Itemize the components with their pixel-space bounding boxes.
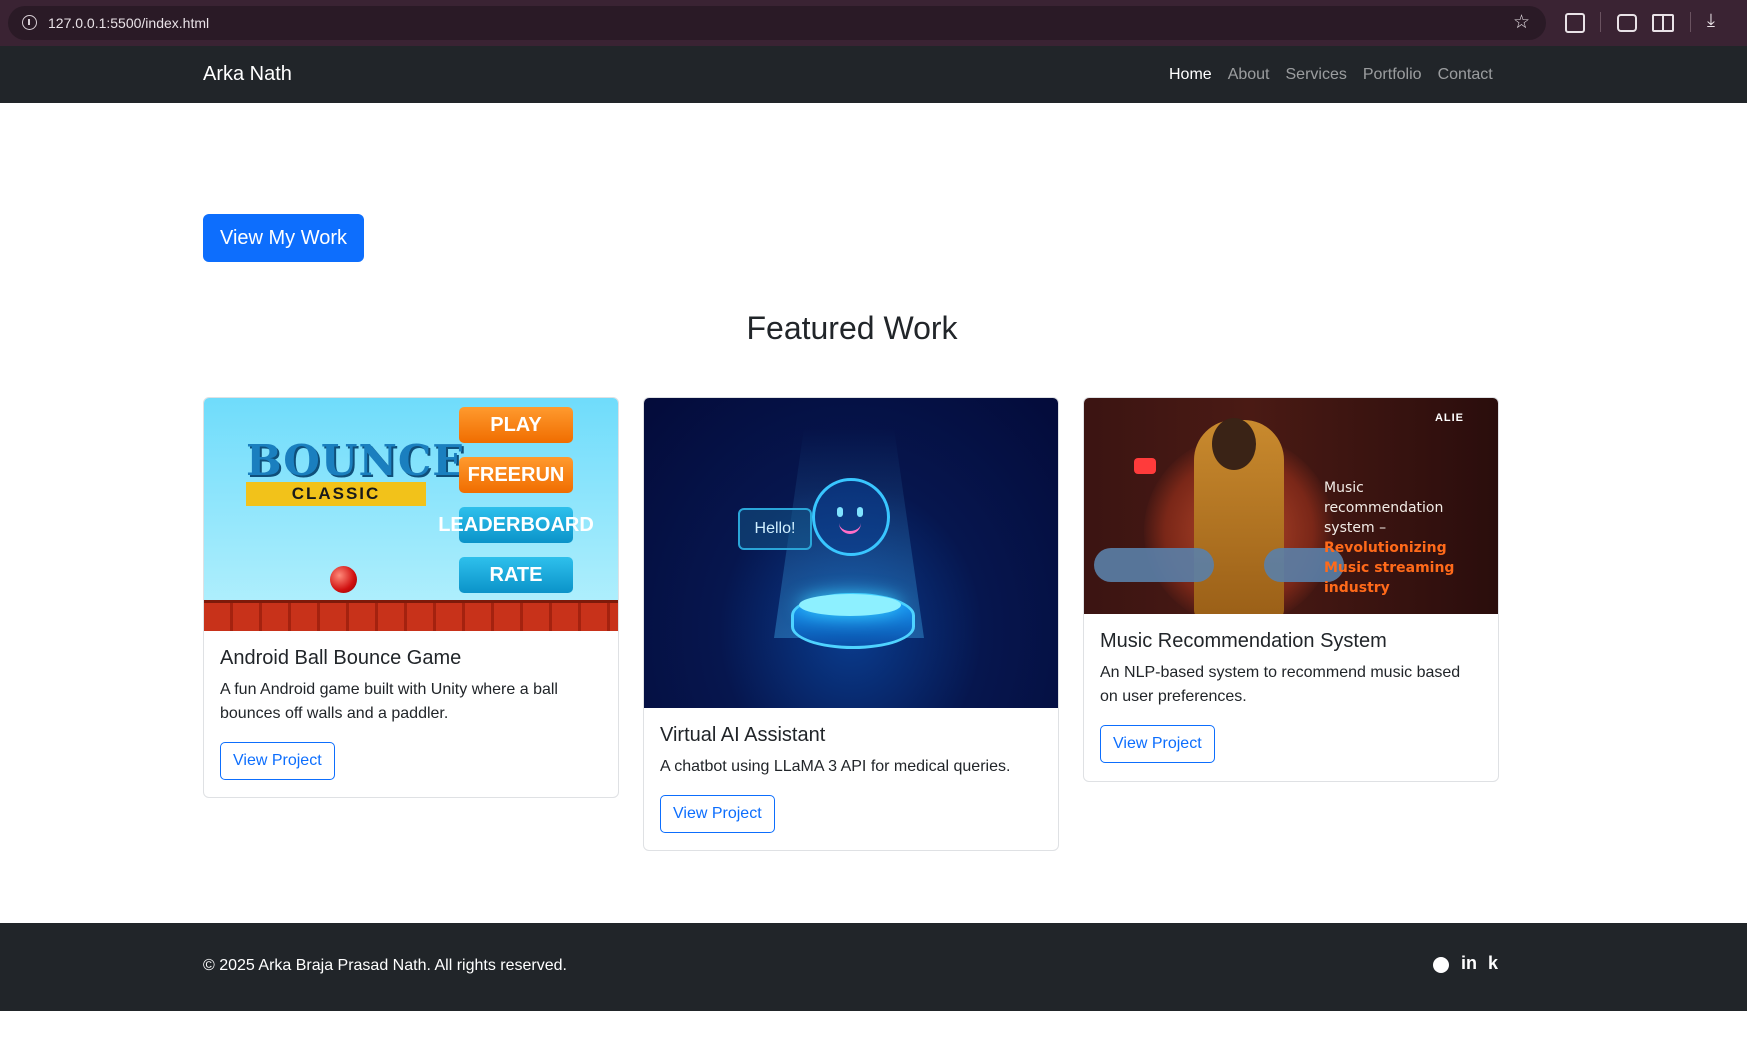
footer: © 2025 Arka Braja Prasad Nath. All right…: [0, 923, 1747, 1011]
linkedin-icon[interactable]: in: [1461, 953, 1477, 974]
nav-link-home[interactable]: Home: [1169, 66, 1212, 84]
view-project-button[interactable]: View Project: [1100, 725, 1215, 763]
caption-plain: Music recommendation system –: [1324, 480, 1444, 536]
robot-smile: [839, 521, 861, 534]
info-icon[interactable]: [22, 15, 37, 30]
brand[interactable]: Arka Nath: [203, 63, 292, 86]
robot-eye: [857, 507, 863, 517]
view-my-work-button[interactable]: View My Work: [203, 214, 364, 262]
card-title: Virtual AI Assistant: [660, 724, 826, 746]
project-card-bounce: BOUNCE CLASSIC PLAY FREERUN LEADERBOARD …: [203, 397, 619, 798]
card-title: Android Ball Bounce Game: [220, 647, 462, 669]
nav-link-portfolio[interactable]: Portfolio: [1363, 66, 1422, 84]
alie-logo: ALIE: [1434, 412, 1464, 424]
extensions-icon[interactable]: [1565, 13, 1585, 33]
browser-toolbar: 127.0.0.1:5500/index.html ☆ ⤓: [0, 0, 1747, 46]
game-freerun-button: FREERUN: [459, 457, 573, 493]
nav-links: Home About Services Portfolio Contact: [1169, 66, 1493, 84]
screenshot-icon[interactable]: [1617, 14, 1637, 32]
game-rate-button: RATE: [459, 557, 573, 593]
nav-link-contact[interactable]: Contact: [1438, 66, 1493, 84]
music-system-image: ALIE Music recommendation system – Revol…: [1084, 398, 1498, 614]
card-body: Virtual AI Assistant A chatbot using LLa…: [644, 724, 1058, 833]
star-icon[interactable]: ☆: [1513, 11, 1530, 34]
game-leaderboard-button: LEADERBOARD: [438, 507, 594, 543]
download-icon[interactable]: ⤓: [1707, 10, 1715, 31]
card-body: Music Recommendation System An NLP-based…: [1084, 630, 1498, 763]
kaggle-icon[interactable]: k: [1488, 953, 1498, 974]
music-caption: Music recommendation system – Revolution…: [1324, 478, 1484, 598]
brick-ground: [204, 600, 618, 631]
cloud: [1094, 548, 1214, 582]
copyright-text: © 2025 Arka Braja Prasad Nath. All right…: [203, 957, 567, 974]
view-project-button[interactable]: View Project: [220, 742, 335, 780]
robot-head: [812, 478, 890, 556]
card-body: Android Ball Bounce Game A fun Android g…: [204, 647, 618, 780]
navbar: Arka Nath Home About Services Portfolio …: [0, 46, 1747, 103]
view-project-button[interactable]: View Project: [660, 795, 775, 833]
hello-bubble: Hello!: [738, 508, 812, 550]
card-description: A fun Android game built with Unity wher…: [220, 681, 558, 722]
url-text[interactable]: 127.0.0.1:5500/index.html: [48, 15, 209, 31]
toolbar-divider: [1690, 12, 1691, 32]
address-bar[interactable]: 127.0.0.1:5500/index.html ☆: [8, 6, 1546, 40]
featured-work-title: Featured Work: [746, 310, 958, 346]
person-head: [1212, 418, 1256, 470]
bounce-logo: BOUNCE: [246, 436, 466, 485]
project-card-ai-assistant: Hello! Virtual AI Assistant A chatbot us…: [643, 397, 1059, 851]
card-description: An NLP-based system to recommend music b…: [1100, 664, 1461, 705]
red-ball: [330, 566, 357, 593]
reader-icon[interactable]: [1652, 14, 1674, 32]
bounce-game-image: BOUNCE CLASSIC PLAY FREERUN LEADERBOARD …: [204, 398, 618, 631]
card-title: Music Recommendation System: [1100, 630, 1387, 652]
nav-link-about[interactable]: About: [1228, 66, 1270, 84]
video-icon: [1134, 458, 1156, 474]
toolbar-divider: [1600, 12, 1601, 32]
ai-assistant-image: Hello!: [644, 398, 1058, 708]
pedestal-top: [799, 594, 901, 616]
caption-highlight: Revolutionizing Music streaming industry: [1324, 540, 1455, 596]
project-card-music: ALIE Music recommendation system – Revol…: [1083, 397, 1499, 782]
nav-link-services[interactable]: Services: [1286, 66, 1347, 84]
classic-banner: CLASSIC: [246, 482, 426, 506]
card-description: A chatbot using LLaMA 3 API for medical …: [660, 758, 1011, 775]
github-icon[interactable]: [1433, 957, 1449, 973]
robot-eye: [837, 507, 843, 517]
game-play-button: PLAY: [459, 407, 573, 443]
